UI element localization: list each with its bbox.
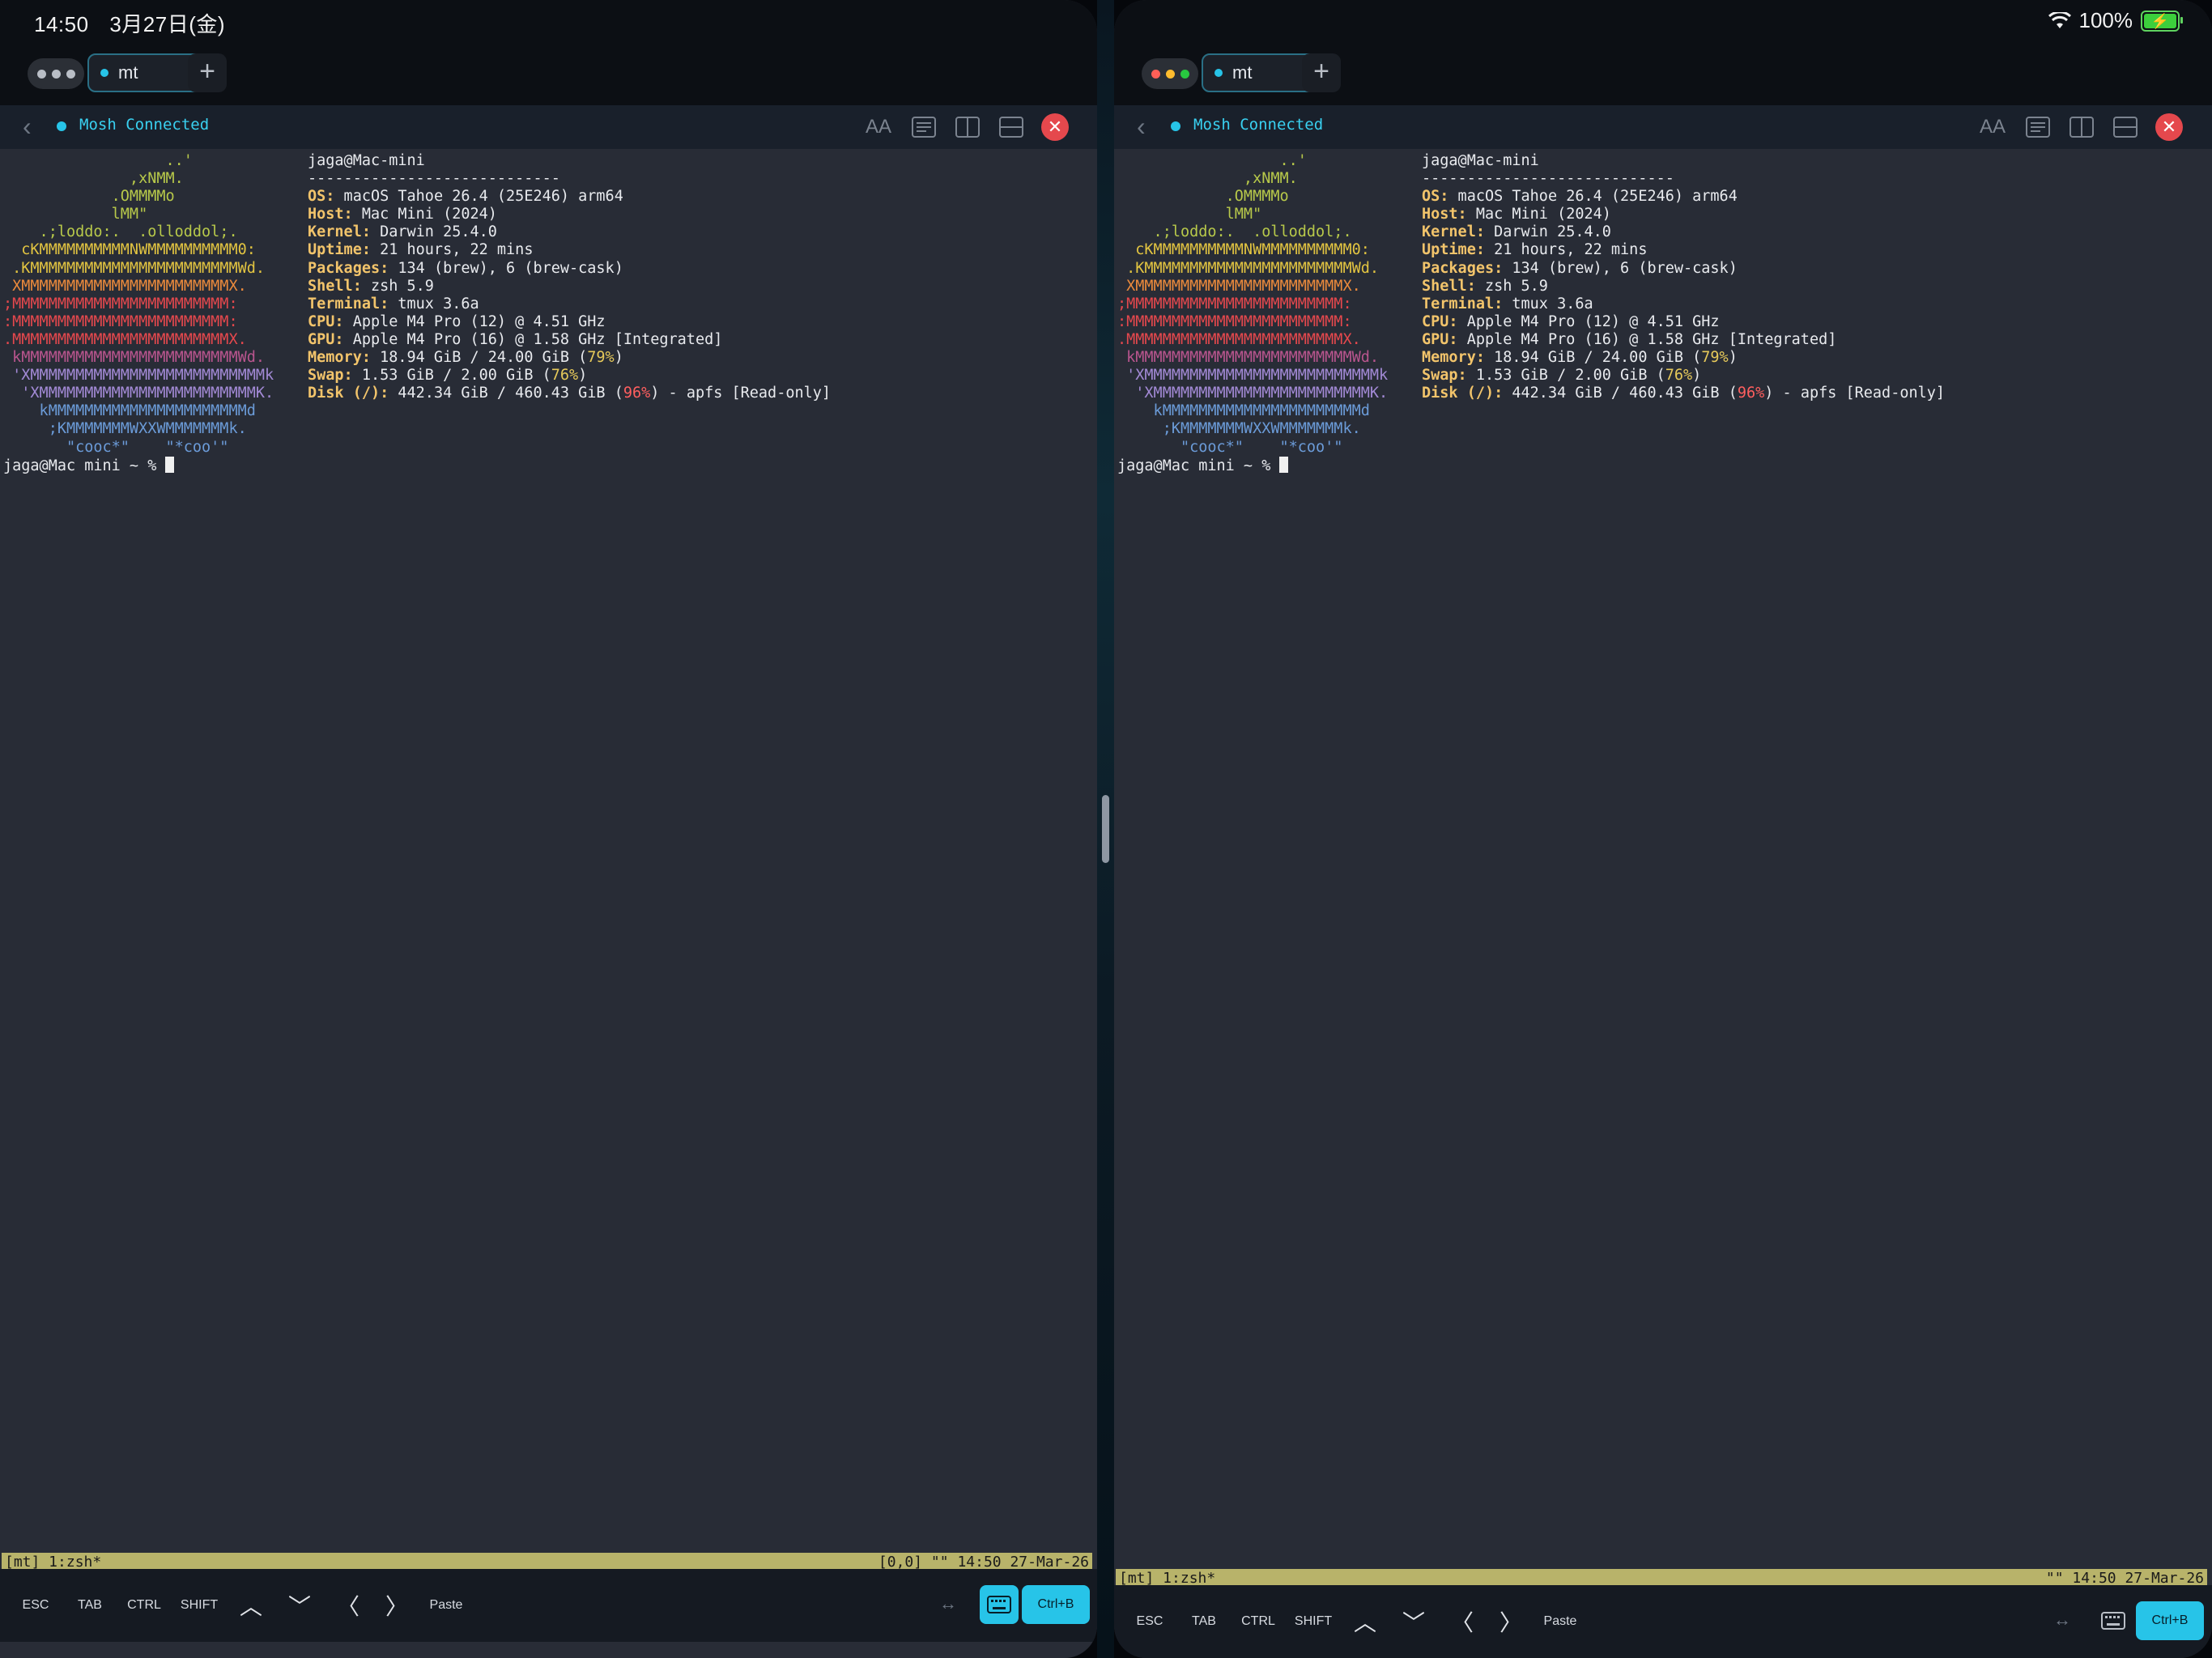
session-toolbar: ‹ Mosh Connected AA ✕ bbox=[1114, 105, 2212, 149]
swap-icon[interactable]: ↔ bbox=[939, 1593, 957, 1614]
close-session-button[interactable]: ✕ bbox=[1041, 113, 1069, 141]
keyboard-icon bbox=[2101, 1612, 2125, 1630]
wifi-icon bbox=[2048, 11, 2071, 28]
info-separator: ---------------------------- bbox=[1422, 170, 1674, 188]
split-handle[interactable] bbox=[1102, 795, 1109, 863]
keyboard-toggle-button[interactable] bbox=[2094, 1601, 2133, 1640]
split-divider[interactable] bbox=[1097, 0, 1114, 1658]
split-vertical-icon[interactable] bbox=[2068, 113, 2095, 141]
shell-prompt[interactable]: jaga@Mac mini ~ % bbox=[1117, 457, 1289, 474]
tab-status-dot bbox=[1214, 69, 1223, 77]
new-tab-button[interactable]: + bbox=[188, 53, 227, 92]
split-horizontal-icon[interactable] bbox=[998, 113, 1025, 141]
key-tab[interactable]: TAB bbox=[1185, 1605, 1223, 1639]
tab-label: mt bbox=[1232, 62, 1253, 83]
connection-dot bbox=[57, 121, 66, 131]
text-cursor bbox=[1279, 457, 1289, 473]
font-size-icon[interactable]: AA bbox=[1977, 113, 2008, 141]
session-toolbar: ‹ Mosh Connected AA ✕ bbox=[0, 105, 1097, 149]
keyboard-icon bbox=[987, 1596, 1011, 1613]
key-left-arrow-icon[interactable]: 〈 bbox=[1446, 1605, 1478, 1639]
key-tab[interactable]: TAB bbox=[71, 1588, 108, 1622]
toolbar-actions: AA ✕ bbox=[1977, 113, 2183, 141]
split-vertical-icon[interactable] bbox=[954, 113, 981, 141]
status-time: 14:50 bbox=[34, 12, 89, 36]
status-time-date: 14:50 3月27日(金) bbox=[34, 8, 240, 38]
split-horizontal-icon[interactable] bbox=[2112, 113, 2139, 141]
key-right-arrow-icon[interactable]: 〉 bbox=[381, 1588, 413, 1622]
key-paste[interactable]: Paste bbox=[1538, 1605, 1582, 1639]
key-esc[interactable]: ESC bbox=[1130, 1605, 1169, 1639]
user-host: jaga@Mac-mini bbox=[1422, 152, 1539, 169]
key-paste[interactable]: Paste bbox=[424, 1588, 468, 1622]
key-up-arrow-icon[interactable]: ︿ bbox=[1349, 1605, 1381, 1639]
tab-status-dot bbox=[100, 69, 108, 77]
ctrl-b-button[interactable]: Ctrl+B bbox=[2136, 1601, 2204, 1640]
close-session-button[interactable]: ✕ bbox=[2155, 113, 2183, 141]
system-info: jaga@Mac-mini --------------------------… bbox=[1422, 152, 1946, 402]
new-tab-button[interactable]: + bbox=[1302, 53, 1341, 92]
key-left-arrow-icon[interactable]: 〈 bbox=[332, 1588, 364, 1622]
key-down-arrow-icon[interactable]: ﹀ bbox=[283, 1588, 316, 1622]
battery-charging-icon: ⚡ bbox=[2141, 10, 2183, 32]
back-chevron-icon[interactable]: ‹ bbox=[1137, 112, 1146, 142]
ctrl-b-button[interactable]: Ctrl+B bbox=[1022, 1585, 1090, 1624]
key-ctrl[interactable]: CTRL bbox=[1239, 1605, 1278, 1639]
text-view-icon[interactable] bbox=[910, 113, 938, 141]
keyboard-toggle-button[interactable] bbox=[980, 1585, 1019, 1624]
status-right: 100% ⚡ bbox=[2048, 8, 2183, 33]
text-view-icon[interactable] bbox=[2024, 113, 2052, 141]
left-pane: mt × + ‹ Mosh Connected AA ✕ ..' bbox=[0, 0, 1097, 1658]
status-date: 3月27日(金) bbox=[109, 12, 226, 36]
connection-dot bbox=[1171, 121, 1180, 131]
battery-percent: 100% bbox=[2078, 8, 2133, 32]
status-bar: 14:50 3月27日(金) 100% ⚡ bbox=[0, 0, 2212, 45]
connection-status: Mosh Connected bbox=[1193, 116, 1324, 134]
key-esc[interactable]: ESC bbox=[16, 1588, 55, 1622]
key-shift[interactable]: SHIFT bbox=[178, 1588, 220, 1622]
connection-status: Mosh Connected bbox=[79, 116, 210, 134]
tab-label: mt bbox=[118, 62, 138, 83]
window-menu-dots[interactable] bbox=[28, 58, 84, 89]
info-separator: ---------------------------- bbox=[308, 170, 560, 188]
key-ctrl[interactable]: CTRL bbox=[125, 1588, 164, 1622]
font-size-icon[interactable]: AA bbox=[863, 113, 894, 141]
extra-keys-bar: ESC TAB CTRL SHIFT ︿ ﹀ 〈 〉 Paste ↔ Ctrl+… bbox=[0, 1569, 1097, 1642]
system-info: jaga@Mac-mini --------------------------… bbox=[308, 152, 832, 402]
shell-prompt[interactable]: jaga@Mac mini ~ % bbox=[3, 457, 175, 474]
swap-icon[interactable]: ↔ bbox=[2053, 1609, 2071, 1630]
toolbar-actions: AA ✕ bbox=[863, 113, 1069, 141]
window-traffic-lights[interactable] bbox=[1142, 58, 1198, 89]
key-right-arrow-icon[interactable]: 〉 bbox=[1495, 1605, 1527, 1639]
ascii-logo: ..' ,xNMM. .OMMMMo lMM" .;loddo:. .ollod… bbox=[1117, 152, 1389, 456]
key-up-arrow-icon[interactable]: ︿ bbox=[235, 1588, 267, 1622]
ascii-logo: ..' ,xNMM. .OMMMMo lMM" .;loddo:. .ollod… bbox=[3, 152, 274, 456]
extra-keys-bar: ESC TAB CTRL SHIFT ︿ ﹀ 〈 〉 Paste ↔ Ctrl+… bbox=[1114, 1585, 2212, 1658]
right-pane: mt × + ‹ Mosh Connected AA ✕ ..' bbox=[1114, 0, 2212, 1658]
key-shift[interactable]: SHIFT bbox=[1292, 1605, 1334, 1639]
back-chevron-icon[interactable]: ‹ bbox=[23, 112, 32, 142]
text-cursor bbox=[165, 457, 175, 473]
user-host: jaga@Mac-mini bbox=[308, 152, 425, 169]
key-down-arrow-icon[interactable]: ﹀ bbox=[1397, 1605, 1430, 1639]
